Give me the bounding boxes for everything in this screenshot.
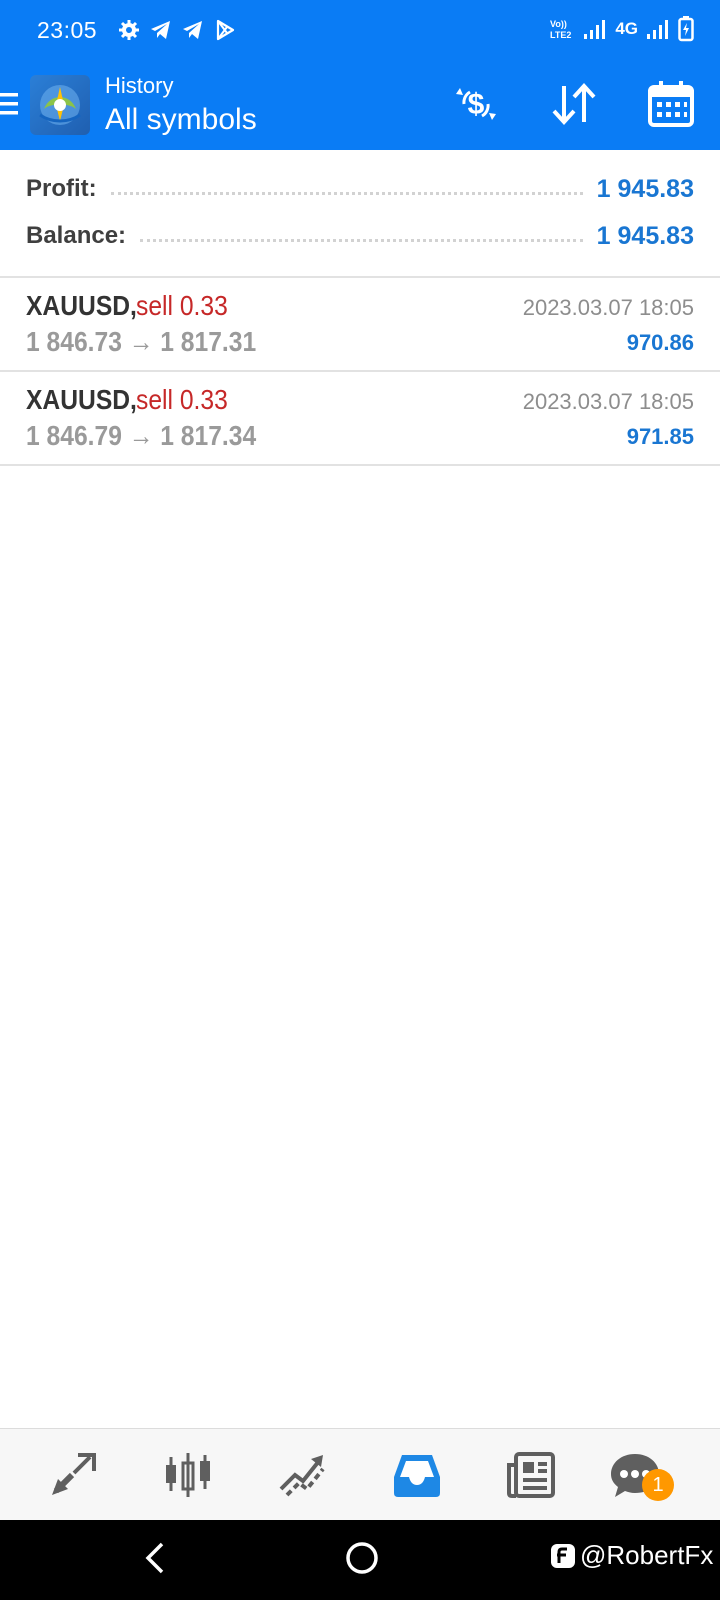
system-navigation-bar: @RobertFx — [0, 1520, 720, 1600]
profit-label: Profit: — [26, 175, 97, 202]
network-label: 4G — [615, 19, 638, 38]
trade-icon — [279, 1455, 325, 1497]
sort-button[interactable] — [548, 78, 600, 130]
app-logo — [30, 75, 90, 135]
nav-chart[interactable] — [159, 1447, 217, 1503]
status-bar: 23:05 Vo)) LTE2 4G — [0, 0, 720, 60]
deal-prices: 1 846.73 → 1 817.31 — [26, 326, 257, 357]
chart-icon — [166, 1453, 210, 1497]
watermark-text: @RobertFx — [580, 1540, 714, 1570]
deal-profit: 970.86 — [626, 330, 694, 355]
nav-quotes[interactable] — [44, 1447, 102, 1503]
chat-badge: 1 — [642, 1469, 674, 1501]
volte-icon: Vo))LTE2 — [550, 19, 571, 40]
watermark: @RobertFx — [550, 1540, 713, 1571]
app-bar: History All symbols $ — [0, 60, 720, 150]
nav-history[interactable] — [388, 1447, 446, 1503]
page-title[interactable]: All symbols — [105, 103, 257, 137]
nav-news[interactable] — [502, 1447, 560, 1503]
currency-exchange-icon: $ — [456, 88, 496, 121]
balance-label: Balance: — [26, 222, 127, 249]
status-time: 23:05 — [37, 17, 98, 43]
deal-symbol: XAUUSD, — [26, 290, 137, 321]
deal-prices: 1 846.79 → 1 817.34 — [26, 420, 257, 451]
status-right-icons: Vo)) LTE2 4G — [549, 16, 694, 42]
telegram-icon — [183, 21, 202, 39]
deal-time: 2023.03.07 18:05 — [522, 295, 694, 320]
history-icon — [394, 1455, 440, 1497]
deal-type: sell 0.33 — [136, 290, 228, 321]
svg-text:Vo)): Vo)) — [550, 19, 567, 29]
summary: Profit: 1 945.83 Balance: 1 945.83 — [0, 150, 720, 278]
news-icon — [507, 1452, 555, 1498]
settings-icon — [119, 20, 139, 40]
app-logo-icon — [39, 85, 81, 125]
bottom-navigation — [0, 1428, 720, 1521]
sort-icon — [552, 83, 596, 125]
balance-row: Balance: 1 945.83 — [26, 216, 694, 256]
deal-symbol: XAUUSD, — [26, 384, 137, 415]
balance-value: 1 945.83 — [596, 221, 694, 250]
deal-profit: 971.85 — [626, 424, 694, 449]
calendar-icon — [648, 81, 694, 127]
dotted-leader — [140, 238, 583, 242]
deal-row[interactable]: XAUUSD, sell 0.33 1 846.73 → 1 817.31 20… — [0, 278, 720, 372]
quotes-icon — [52, 1453, 96, 1495]
deal-row[interactable]: XAUUSD, sell 0.33 1 846.79 → 1 817.34 20… — [0, 372, 720, 466]
telegram-icon — [151, 21, 170, 39]
signal-icon — [584, 20, 606, 39]
svg-text:LTE2: LTE2 — [550, 30, 571, 40]
social-logo-icon — [551, 1543, 575, 1568]
calendar-button[interactable] — [645, 78, 697, 130]
play-store-icon — [216, 19, 235, 41]
signal-icon — [647, 20, 668, 39]
deal-type: sell 0.33 — [136, 384, 228, 415]
home-icon[interactable] — [342, 1538, 382, 1578]
back-icon[interactable] — [140, 1538, 170, 1578]
dotted-leader — [110, 191, 583, 195]
battery-charging-icon — [678, 16, 694, 42]
profit-value: 1 945.83 — [596, 174, 694, 203]
currency-exchange-button[interactable]: $ — [450, 78, 502, 130]
page-subtitle: History — [105, 73, 174, 98]
nav-trade[interactable] — [273, 1447, 331, 1503]
profit-row: Profit: 1 945.83 — [26, 169, 694, 209]
deal-time: 2023.03.07 18:05 — [522, 389, 694, 414]
menu-icon[interactable] — [0, 90, 20, 118]
status-left-icons — [117, 18, 237, 42]
